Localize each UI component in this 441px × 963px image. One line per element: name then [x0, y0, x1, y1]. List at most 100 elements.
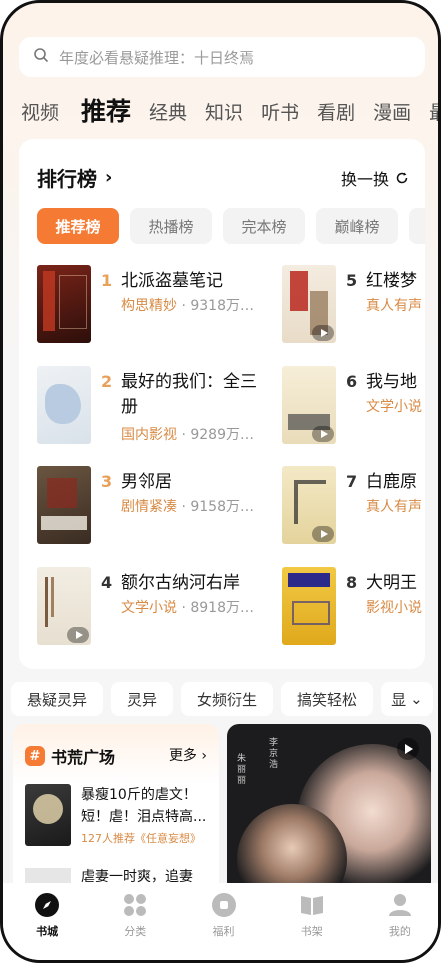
genre-tag-supernatural[interactable]: 灵异	[111, 682, 174, 716]
nav-bookshelf[interactable]: 书架	[268, 883, 356, 960]
tab-next-rank[interactable]	[409, 208, 425, 244]
item-line-1: 暴瘦10斤的虐文！	[81, 787, 197, 803]
book-title: 最好的我们：全三册	[121, 372, 257, 417]
nav-label: 分类	[124, 925, 147, 938]
book-icon	[300, 896, 323, 915]
book-item-3[interactable]: 3 男邻居 剧情紧凑 · 9158万…	[37, 466, 257, 544]
hashtag-icon: #	[25, 746, 45, 766]
book-cover	[282, 466, 336, 544]
book-meta: 真人有声	[366, 499, 422, 515]
genre-tag-comedy[interactable]: 搞笑轻松	[281, 682, 374, 716]
genre-tag-expand[interactable]: 显 ⌄	[381, 682, 433, 716]
rank-number: 6	[346, 372, 358, 391]
book-meta: 文学小说 · 8918万…	[121, 600, 254, 616]
tab-comic[interactable]: 漫画	[373, 98, 411, 131]
book-meta: 影视小说	[366, 600, 422, 616]
book-cover	[282, 567, 336, 645]
book-item-5[interactable]: 5 红楼梦 真人有声	[282, 265, 425, 343]
tab-classic[interactable]: 经典	[149, 98, 187, 131]
rank-number: 5	[346, 271, 358, 290]
book-cover	[25, 784, 71, 846]
play-icon	[67, 627, 89, 643]
tab-more[interactable]: 最	[429, 98, 438, 131]
nav-welfare[interactable]: 福利	[179, 883, 267, 960]
nav-label: 福利	[212, 925, 235, 938]
book-meta: 构思精妙 · 9318万…	[121, 298, 254, 314]
book-meta: 文学小说	[366, 399, 422, 415]
nav-category[interactable]: 分类	[91, 883, 179, 960]
tab-recommend[interactable]: 推荐	[81, 92, 131, 131]
book-meta: 剧情紧凑 · 9158万…	[121, 499, 254, 515]
rank-number: 1	[101, 271, 113, 290]
book-title: 大明王	[366, 573, 417, 593]
video-promo-card[interactable]: 朱丽丽 李京浩	[227, 724, 431, 894]
play-icon[interactable]	[397, 738, 419, 760]
cast-name-2: 李京浩	[269, 738, 279, 770]
coin-icon	[211, 893, 236, 917]
play-icon	[312, 526, 334, 542]
genre-tag-suspense[interactable]: 悬疑灵异	[11, 682, 104, 716]
book-cover	[37, 466, 91, 544]
book-item-8[interactable]: 8 大明王 影视小说	[282, 567, 425, 645]
grid-icon	[124, 894, 147, 916]
book-title: 北派盗墓笔记	[121, 271, 223, 291]
shuffle-button[interactable]: 换一换	[341, 166, 409, 190]
search-placeholder: 年度必看悬疑推理：十日终焉	[59, 48, 255, 67]
book-meta: 真人有声	[366, 298, 422, 314]
compass-icon	[35, 893, 60, 917]
nav-label: 我的	[388, 925, 411, 938]
category-tabs: 视频 推荐 经典 知识 听书 看剧 漫画 最	[3, 87, 438, 131]
ranking-title-link[interactable]: 排行榜 ›	[37, 163, 112, 192]
nav-bookstore[interactable]: 书城	[3, 883, 91, 960]
tab-recommend-rank[interactable]: 推荐榜	[37, 208, 119, 244]
genre-tag-partial: 显	[391, 690, 407, 709]
nav-label: 书城	[36, 925, 59, 938]
book-title: 我与地	[366, 372, 417, 392]
tab-complete-rank[interactable]: 完本榜	[223, 208, 305, 244]
tab-peak-rank[interactable]: 巅峰榜	[316, 208, 398, 244]
genre-tags: 悬疑灵异 灵异 女频衍生 搞笑轻松 显 ⌄	[11, 682, 438, 716]
tab-drama[interactable]: 看剧	[317, 98, 355, 131]
book-square-title: 书荒广场	[51, 748, 116, 767]
book-title: 额尔古纳河右岸	[121, 573, 240, 593]
search-bar[interactable]: 年度必看悬疑推理：十日终焉	[19, 37, 425, 77]
ranking-tabs: 推荐榜 热播榜 完本榜 巅峰榜	[37, 208, 425, 244]
book-cover	[282, 366, 336, 444]
book-square-card: # 书荒广场 更多 › 暴瘦10斤的虐文！ 短！虐！泪点特高... 127人推荐…	[13, 724, 219, 894]
rank-number: 3	[101, 472, 113, 491]
person-icon	[388, 894, 411, 916]
more-link[interactable]: 更多 ›	[169, 745, 207, 765]
book-square-item-1[interactable]: 暴瘦10斤的虐文！ 短！虐！泪点特高... 127人推荐《任意妄想》	[25, 782, 215, 852]
ranking-title: 排行榜	[37, 167, 97, 191]
book-item-1[interactable]: 1 北派盗墓笔记 构思精妙 · 9318万…	[37, 265, 254, 343]
nav-profile[interactable]: 我的	[356, 883, 438, 960]
book-title: 红楼梦	[366, 271, 417, 291]
genre-tag-female[interactable]: 女频衍生	[181, 682, 274, 716]
book-item-2[interactable]: 2 最好的我们：全三册 国内影视 · 9289万…	[37, 366, 257, 444]
book-item-6[interactable]: 6 我与地 文学小说	[282, 366, 425, 444]
rank-number: 7	[346, 472, 358, 491]
cast-name-1: 朱丽丽	[237, 754, 247, 786]
refresh-icon	[396, 172, 408, 184]
book-item-7[interactable]: 7 白鹿原 真人有声	[282, 466, 425, 544]
book-cover	[37, 265, 91, 343]
rank-number: 2	[101, 372, 113, 391]
tab-knowledge[interactable]: 知识	[205, 98, 243, 131]
bottom-nav: 书城 分类 福利 书架 我的	[3, 883, 438, 960]
shuffle-label: 换一换	[340, 170, 389, 189]
rank-number: 8	[346, 573, 358, 592]
book-square-header: # 书荒广场	[25, 744, 115, 768]
book-meta: 国内影视 · 9289万…	[121, 427, 254, 443]
play-icon	[312, 325, 334, 341]
rank-number: 4	[101, 573, 113, 592]
play-icon	[312, 426, 334, 442]
book-cover	[37, 366, 91, 444]
app-screen: 年度必看悬疑推理：十日终焉 视频 推荐 经典 知识 听书 看剧 漫画 最 排行榜…	[0, 0, 441, 963]
item-line-2: 短！虐！泪点特高...	[81, 809, 207, 825]
tab-video[interactable]: 视频	[21, 98, 59, 131]
item-recommend: 127人推荐《任意妄想》	[81, 832, 201, 845]
tab-hot-rank[interactable]: 热播榜	[130, 208, 212, 244]
tab-audiobook[interactable]: 听书	[261, 98, 299, 131]
book-item-4[interactable]: 4 额尔古纳河右岸 文学小说 · 8918万…	[37, 567, 257, 645]
book-cover	[282, 265, 336, 343]
